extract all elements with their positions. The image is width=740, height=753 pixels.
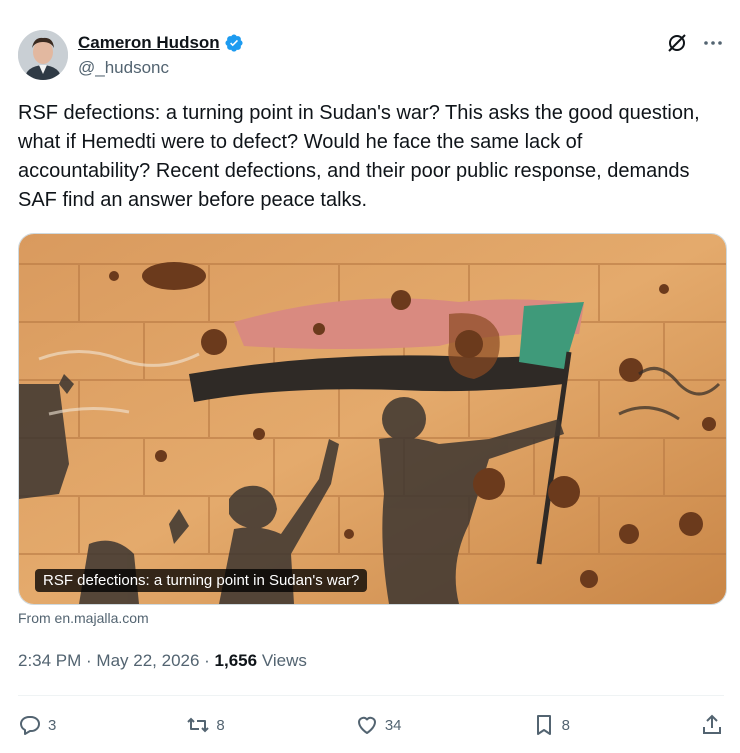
action-bar: 3 8 34 8 bbox=[18, 708, 724, 742]
reply-button[interactable]: 3 bbox=[18, 713, 56, 737]
avatar-image bbox=[18, 30, 68, 80]
bookmark-count: 8 bbox=[561, 716, 570, 734]
author-name[interactable]: Cameron Hudson bbox=[78, 33, 220, 53]
tweet-date[interactable]: May 22, 2026 bbox=[96, 651, 199, 670]
share-icon bbox=[700, 713, 724, 737]
mural-image bbox=[19, 234, 726, 604]
like-button[interactable]: 34 bbox=[355, 713, 402, 737]
divider bbox=[18, 695, 724, 696]
tweet-text: RSF defections: a turning point in Sudan… bbox=[18, 102, 700, 211]
avatar[interactable] bbox=[18, 30, 68, 80]
card-title: RSF defections: a turning point in Sudan… bbox=[35, 569, 368, 592]
grok-icon[interactable] bbox=[666, 32, 688, 54]
views-label: Views bbox=[257, 651, 307, 670]
tweet-top-actions bbox=[666, 32, 724, 54]
repost-count: 8 bbox=[216, 716, 225, 734]
repost-icon bbox=[186, 713, 210, 737]
share-button[interactable] bbox=[700, 713, 724, 737]
more-options-icon[interactable] bbox=[702, 32, 724, 54]
views-count: 1,656 bbox=[214, 651, 258, 670]
author-handle[interactable]: @_hudsonc bbox=[78, 58, 169, 78]
heart-icon bbox=[355, 713, 379, 737]
repost-button[interactable]: 8 bbox=[186, 713, 225, 737]
reply-count: 3 bbox=[48, 716, 57, 734]
verified-badge-icon bbox=[224, 33, 244, 53]
like-count: 34 bbox=[384, 716, 402, 734]
author-name-row: Cameron Hudson bbox=[78, 33, 244, 53]
bookmark-button[interactable]: 8 bbox=[532, 713, 570, 737]
tweet-time[interactable]: 2:34 PM bbox=[18, 651, 81, 670]
link-card[interactable]: RSF defections: a turning point in Sudan… bbox=[18, 233, 727, 605]
tweet-meta: 2:34 PM · May 22, 2026 · 1,656 Views bbox=[18, 651, 307, 671]
reply-icon bbox=[18, 713, 42, 737]
bookmark-icon bbox=[532, 713, 556, 737]
meta-separator: · bbox=[199, 651, 215, 670]
card-source[interactable]: From en.majalla.com bbox=[18, 610, 149, 626]
meta-separator: · bbox=[81, 651, 97, 670]
